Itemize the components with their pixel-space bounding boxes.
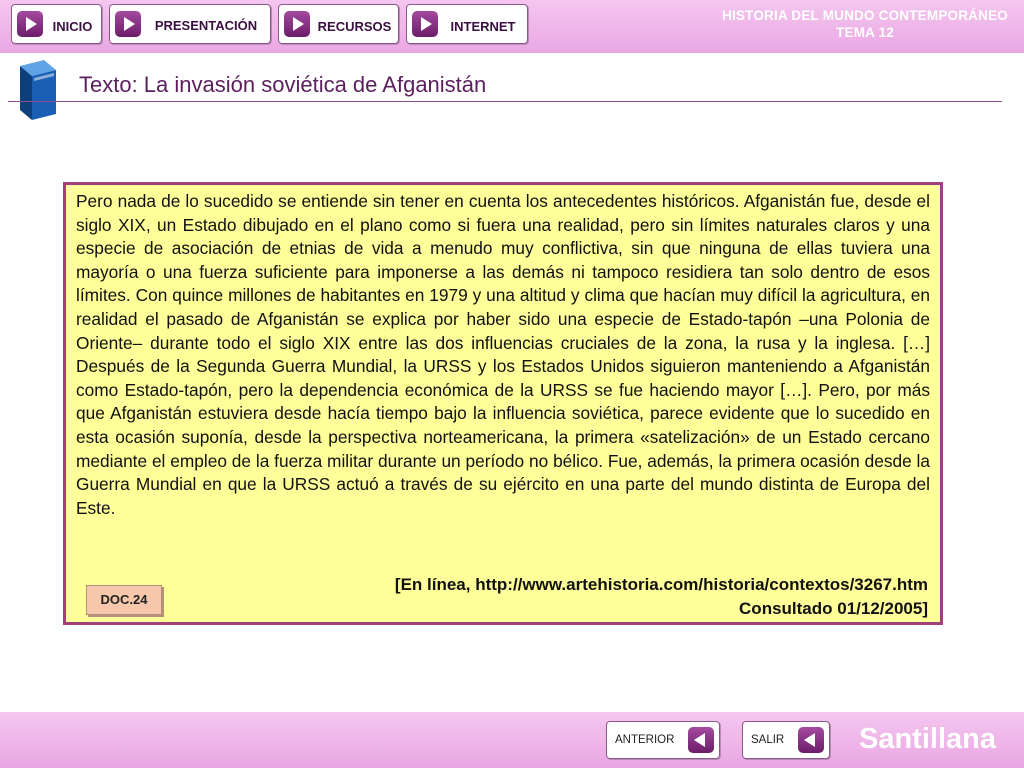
internet-label: INTERNET <box>450 19 516 34</box>
salir-label: SALIR <box>751 734 785 746</box>
back-arrow-icon <box>798 727 824 753</box>
page-title: Texto: La invasión soviética de Afganist… <box>79 72 487 97</box>
recursos-label: RECURSOS <box>317 19 392 34</box>
salir-button[interactable]: SALIR <box>742 721 830 759</box>
footer-bar: ANTERIOR SALIR Santillana <box>0 712 1024 768</box>
subject-unit: TEMA 12 <box>836 25 894 40</box>
book-icon <box>20 60 56 120</box>
play-arrow-icon <box>115 11 141 37</box>
top-nav-bar: INICIO PRESENTACIÓN RECURSOS INTERNET HI… <box>0 0 1024 53</box>
inicio-button[interactable]: INICIO <box>11 4 102 44</box>
subject-title: HISTORIA DEL MUNDO CONTEMPORÁNEO <box>722 8 1008 23</box>
brand-logo: Santillana <box>859 723 996 755</box>
document-panel: Pero nada de lo sucedido se entiende sin… <box>63 182 943 625</box>
recursos-button[interactable]: RECURSOS <box>278 4 399 44</box>
inicio-label: INICIO <box>52 19 93 34</box>
play-arrow-icon <box>17 11 43 37</box>
play-arrow-icon <box>284 11 310 37</box>
citation-date: Consultado 01/12/2005] <box>739 598 928 618</box>
presentacion-label: PRESENTACIÓN <box>154 18 258 33</box>
doc-number-badge: DOC.24 <box>86 585 162 615</box>
anterior-button[interactable]: ANTERIOR <box>606 721 720 759</box>
title-divider <box>8 101 1002 102</box>
anterior-label: ANTERIOR <box>615 734 675 746</box>
citation-source: [En línea, http://www.artehistoria.com/h… <box>394 575 928 594</box>
presentacion-button[interactable]: PRESENTACIÓN <box>109 4 271 44</box>
play-arrow-icon <box>412 11 438 37</box>
document-text: Pero nada de lo sucedido se entiende sin… <box>76 191 930 518</box>
subject-heading: HISTORIA DEL MUNDO CONTEMPORÁNEO TEMA 12 <box>722 7 1008 41</box>
back-arrow-icon <box>688 727 714 753</box>
internet-button[interactable]: INTERNET <box>406 4 528 44</box>
source-citation: [En línea, http://www.artehistoria.com/h… <box>395 573 928 620</box>
